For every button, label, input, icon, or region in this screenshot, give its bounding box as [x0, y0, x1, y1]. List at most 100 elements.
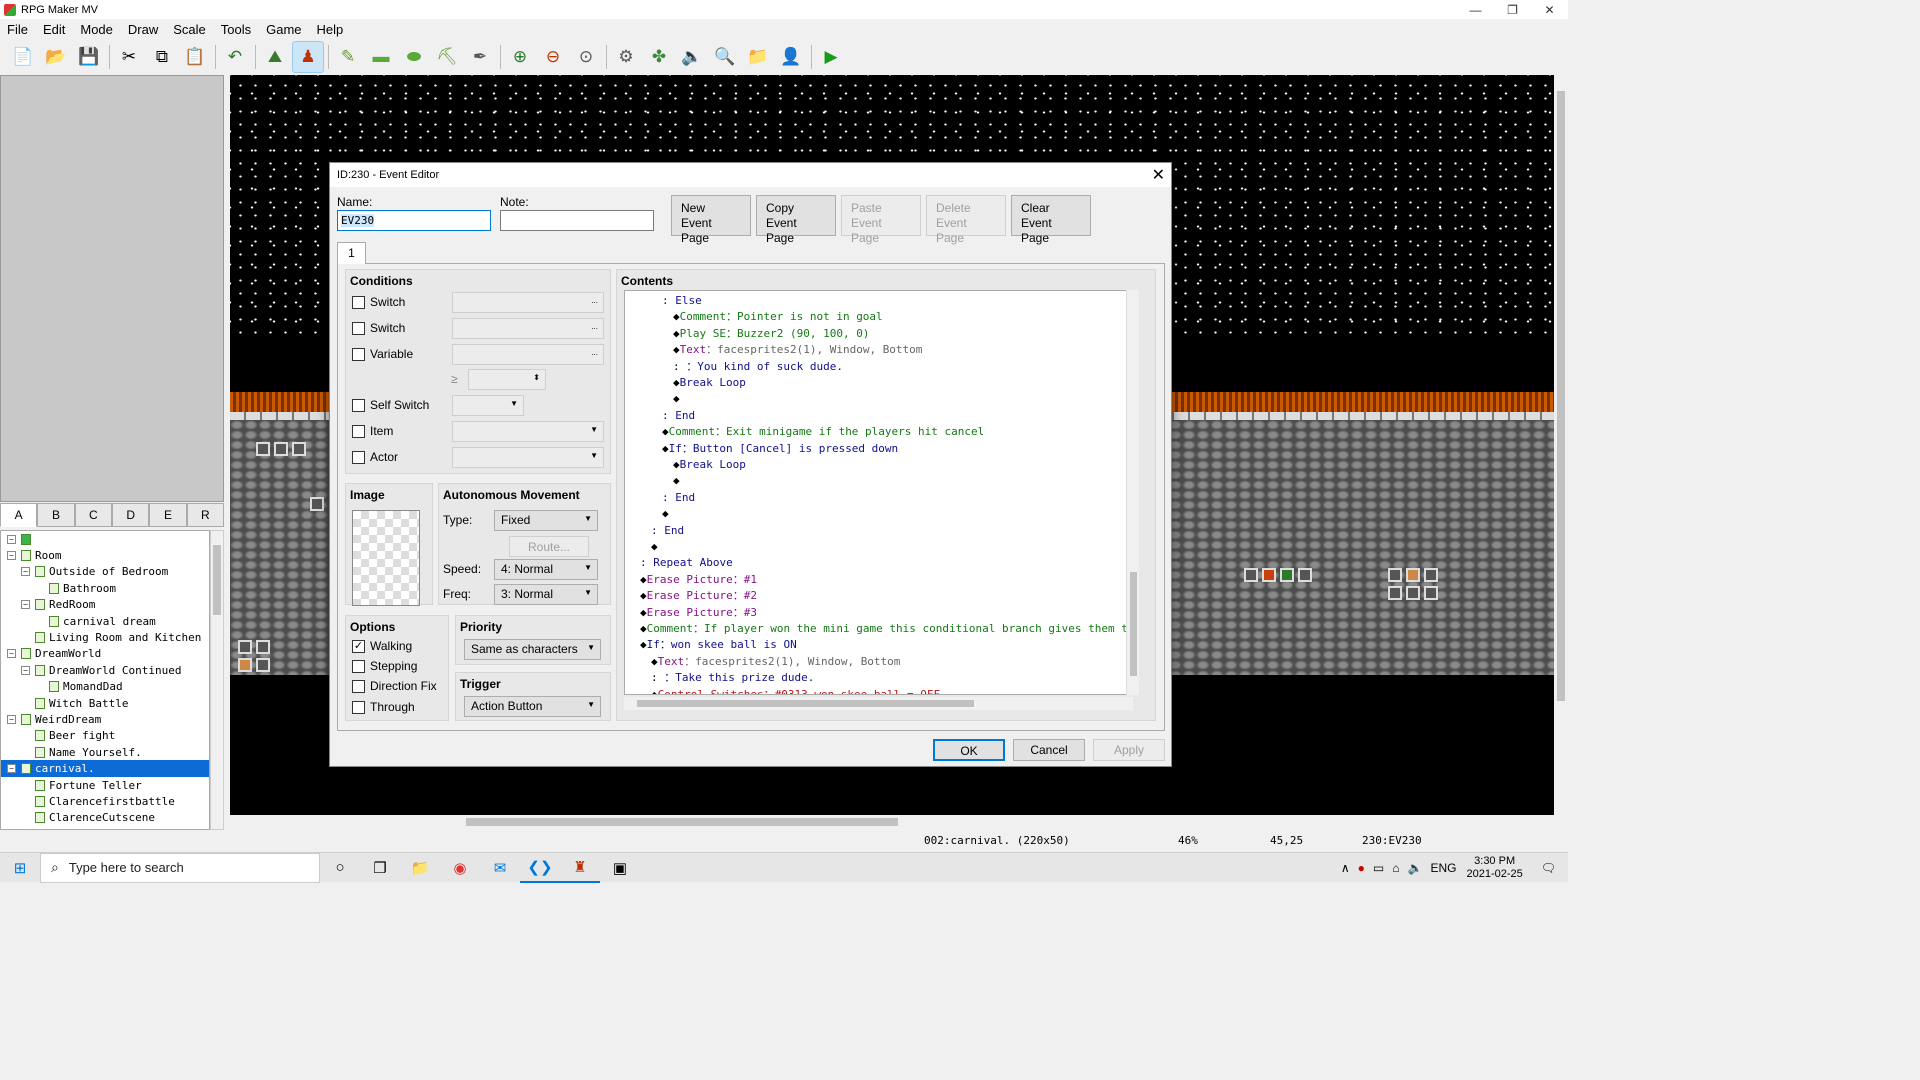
- file-explorer-icon[interactable]: 📁: [400, 853, 440, 883]
- event-command-line[interactable]: ◆: [625, 391, 680, 407]
- tab-e[interactable]: E: [149, 503, 187, 527]
- checkbox-box[interactable]: [352, 424, 365, 438]
- map-mode-icon[interactable]: ⛰: [260, 42, 290, 72]
- tree-toggle-icon[interactable]: −: [21, 665, 30, 675]
- route-button[interactable]: Route...: [509, 536, 589, 557]
- switch2-select[interactable]: ...: [452, 318, 604, 339]
- map-tree-item[interactable]: Witch Battle: [1, 695, 209, 711]
- save-project-icon[interactable]: 💾: [74, 42, 104, 72]
- freq-select[interactable]: 3: Normal ▼: [494, 584, 598, 605]
- scrollbar-thumb[interactable]: [1557, 91, 1565, 701]
- event-mode-icon[interactable]: ♟: [292, 40, 324, 73]
- minimize-icon[interactable]: —: [1457, 0, 1494, 19]
- event-command-line[interactable]: ◆Text：facesprites2(1), Window, Bottom: [625, 654, 900, 670]
- menu-mode[interactable]: Mode: [73, 22, 121, 37]
- clock[interactable]: 3:30 PM 2021-02-25: [1466, 855, 1522, 881]
- event-command-line[interactable]: ◆Comment：Pointer is not in goal: [625, 309, 883, 325]
- event-marker[interactable]: [238, 640, 252, 654]
- checkbox-box[interactable]: [352, 321, 365, 335]
- actor-select[interactable]: ▼: [452, 447, 604, 468]
- event-command-line[interactable]: ◆: [625, 473, 680, 489]
- event-command-line[interactable]: : Else: [625, 293, 702, 309]
- event-command-line[interactable]: : End: [625, 408, 695, 424]
- tree-toggle-icon[interactable]: −: [7, 551, 16, 561]
- event-marker[interactable]: [256, 640, 270, 654]
- clear-event-page-button[interactable]: Clear Event Page: [1011, 195, 1091, 245]
- map-tree-item[interactable]: − Room: [1, 547, 209, 563]
- scrollbar-thumb[interactable]: [466, 818, 898, 826]
- tab-a[interactable]: A: [0, 503, 38, 527]
- menu-scale[interactable]: Scale: [166, 22, 214, 37]
- character-generator-icon[interactable]: 👤: [776, 42, 806, 72]
- event-marker[interactable]: [1244, 568, 1258, 582]
- switch2-checkbox[interactable]: Switch: [352, 321, 405, 335]
- antivirus-icon[interactable]: ●: [1358, 861, 1365, 875]
- menu-game[interactable]: Game: [259, 22, 309, 37]
- event-command-line[interactable]: ◆Control Switches：#0313 won skee ball = …: [625, 687, 940, 694]
- direction-fix-checkbox[interactable]: Direction Fix: [352, 679, 437, 693]
- event-marker[interactable]: [256, 658, 270, 672]
- switch1-checkbox[interactable]: Switch: [352, 295, 405, 309]
- event-command-line[interactable]: ◆: [625, 506, 669, 522]
- taskbar-search[interactable]: ⌕ Type here to search: [40, 852, 320, 883]
- event-command-line[interactable]: : ：You kind of suck dude.: [625, 359, 843, 375]
- walking-checkbox[interactable]: ✓ Walking: [352, 639, 412, 653]
- menu-edit[interactable]: Edit: [36, 22, 73, 37]
- notifications-icon[interactable]: 🗨: [1541, 861, 1556, 875]
- tab-d[interactable]: D: [111, 503, 150, 527]
- tree-toggle-icon[interactable]: −: [7, 764, 16, 774]
- menu-draw[interactable]: Draw: [121, 22, 166, 37]
- event-marker[interactable]: [238, 658, 252, 672]
- name-input[interactable]: EV230: [337, 210, 491, 231]
- event-marker[interactable]: [292, 442, 306, 456]
- event-command-line[interactable]: ◆Break Loop: [625, 375, 746, 391]
- map-tree-item[interactable]: Bathroom: [1, 580, 209, 596]
- event-command-line[interactable]: ◆If：won skee ball is ON: [625, 637, 797, 653]
- checkbox-box[interactable]: [352, 659, 365, 673]
- event-marker[interactable]: [1298, 568, 1312, 582]
- zoom-in-icon[interactable]: ⊕: [505, 42, 535, 72]
- event-marker[interactable]: [1424, 568, 1438, 582]
- cut-icon[interactable]: ✂: [114, 42, 144, 72]
- map-tree-item[interactable]: − RedRoom: [1, 597, 209, 613]
- event-command-line[interactable]: : End: [625, 490, 695, 506]
- self-switch-select[interactable]: ▼: [452, 395, 524, 416]
- close-icon[interactable]: ✕: [1152, 165, 1165, 185]
- actor-checkbox[interactable]: Actor: [352, 450, 398, 464]
- map-tree-scrollbar[interactable]: [210, 530, 224, 830]
- map-tree-item[interactable]: carnival dream: [1, 613, 209, 629]
- event-marker[interactable]: [310, 497, 324, 511]
- playtest-icon[interactable]: ▶: [816, 42, 846, 72]
- tree-toggle-icon[interactable]: −: [7, 534, 16, 544]
- paste-icon[interactable]: 📋: [180, 42, 210, 72]
- event-command-line[interactable]: ◆Erase Picture：#1: [625, 572, 757, 588]
- map-tree-item[interactable]: − DreamWorld: [1, 646, 209, 662]
- map-tree-item[interactable]: Clarencefirstbattle: [1, 793, 209, 809]
- menu-tools[interactable]: Tools: [214, 22, 259, 37]
- map-tree-item[interactable]: Living Room and Kitchen: [1, 629, 209, 645]
- shadow-pen-icon[interactable]: ✒: [465, 42, 495, 72]
- zoom-out-icon[interactable]: ⊖: [538, 42, 568, 72]
- language-indicator[interactable]: ENG: [1430, 861, 1456, 875]
- close-icon[interactable]: ✕: [1531, 0, 1568, 19]
- map-tree-item[interactable]: − DreamWorld Continued: [1, 662, 209, 678]
- battery-icon[interactable]: ▭: [1373, 861, 1384, 875]
- task-view-icon[interactable]: ❐: [360, 853, 400, 883]
- map-tree-item[interactable]: − carnival.: [1, 760, 209, 777]
- fill-icon[interactable]: ⛏: [432, 42, 462, 72]
- pencil-icon[interactable]: ✎: [333, 42, 363, 72]
- map-tree-item[interactable]: − WeirdDream: [1, 711, 209, 727]
- ellipsis-button[interactable]: ...: [591, 296, 598, 305]
- spinner-arrows-icon[interactable]: ⬍: [533, 373, 540, 382]
- delete-event-page-button[interactable]: Delete Event Page: [926, 195, 1006, 245]
- new-project-icon[interactable]: 📄: [8, 42, 38, 72]
- map-tree-item[interactable]: − Outside of Bedroom: [1, 564, 209, 580]
- through-checkbox[interactable]: Through: [352, 700, 415, 714]
- event-command-line[interactable]: ◆: [625, 539, 658, 555]
- cortana-icon[interactable]: ○: [320, 853, 360, 883]
- tab-c[interactable]: C: [74, 503, 112, 527]
- scrollbar-thumb[interactable]: [213, 545, 221, 615]
- paste-event-page-button[interactable]: Paste Event Page: [841, 195, 921, 245]
- vscode-icon[interactable]: ❮❯: [520, 853, 560, 883]
- rectangle-icon[interactable]: ▬: [366, 42, 396, 72]
